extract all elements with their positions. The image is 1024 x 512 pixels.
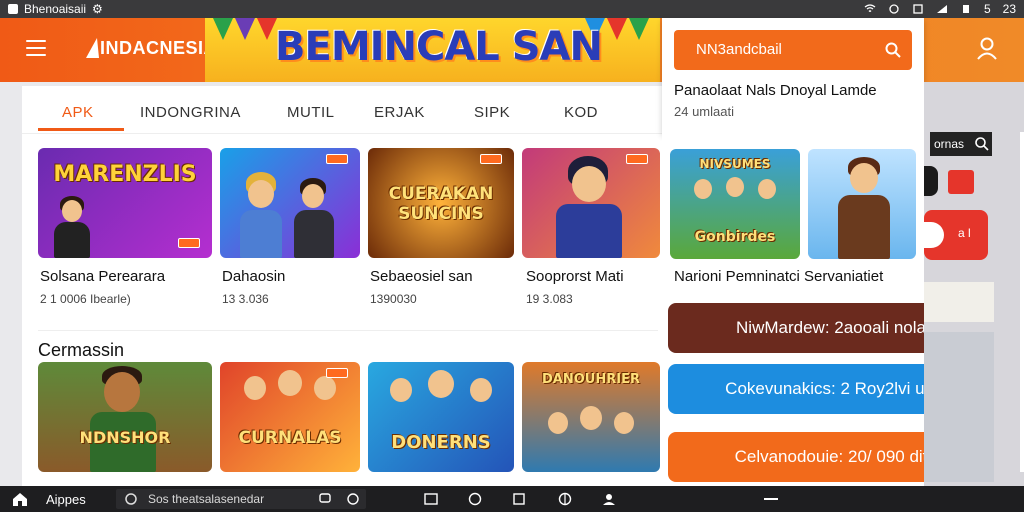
taskbar-circle-icon[interactable] bbox=[468, 492, 482, 506]
taskbar-apps-label[interactable]: Aippes bbox=[46, 492, 86, 507]
banner-title: BEMINCAL SAN bbox=[275, 24, 603, 70]
battery-icon bbox=[962, 5, 969, 13]
search-icon[interactable] bbox=[974, 136, 990, 152]
background-app-icon bbox=[948, 170, 974, 194]
scrollbar[interactable] bbox=[1020, 132, 1024, 472]
search-icon bbox=[125, 493, 137, 505]
app-meta: 2 1 0006 Ibearle) bbox=[40, 292, 131, 306]
app-tile[interactable]: MARENZLIS bbox=[38, 148, 212, 258]
app-tile-title: CURNALAS bbox=[238, 428, 342, 448]
app-tile[interactable]: DANOUHRIER bbox=[522, 362, 660, 472]
search-icon[interactable] bbox=[884, 41, 902, 59]
app-name[interactable]: Sebaeosiel san bbox=[370, 268, 473, 285]
section-divider bbox=[38, 330, 658, 331]
app-tile[interactable]: NDNSHOR bbox=[38, 362, 212, 472]
signal-icon bbox=[936, 5, 947, 13]
taskbar-globe-icon[interactable] bbox=[558, 492, 572, 506]
app-tile-bottom-title: Gonbirdes bbox=[694, 229, 776, 245]
tabs-divider bbox=[22, 133, 662, 134]
settings-icon: ⚙ bbox=[92, 2, 103, 16]
app-name[interactable]: Solsana Perearara bbox=[40, 268, 165, 285]
app-name[interactable]: Sooprorst Mati bbox=[526, 268, 624, 285]
search-input[interactable]: NN3andcbail bbox=[674, 30, 912, 70]
app-meta: 19 3.083 bbox=[526, 292, 573, 306]
screenshot-icon bbox=[913, 4, 923, 14]
tab-erjak[interactable]: ERJAK bbox=[374, 104, 425, 121]
app-tile-title: DANOUHRIER bbox=[542, 372, 640, 387]
search-input-value: NN3andcbail bbox=[696, 41, 782, 58]
background-badge-text: a l bbox=[958, 226, 971, 240]
background-window: ornas a l bbox=[924, 82, 1024, 486]
taskbar-window-icon[interactable] bbox=[424, 492, 438, 506]
promo-banner[interactable]: BEMINCAL SAN bbox=[205, 18, 660, 82]
status-bar-time-1: 5 bbox=[983, 2, 991, 16]
background-search-field[interactable]: ornas bbox=[930, 132, 992, 156]
app-tile-title: NIVSUMES bbox=[699, 157, 771, 171]
tab-indongrina[interactable]: INDONGRINA bbox=[140, 104, 241, 121]
tab-apk[interactable]: APK bbox=[62, 104, 94, 121]
app-tile[interactable]: DONERNS bbox=[368, 362, 514, 472]
taskbar-chat-icon[interactable] bbox=[318, 492, 332, 506]
section-title: Cermassin bbox=[38, 340, 125, 360]
search-dropdown: NN3andcbail Panaolaat Nals Dnoyal Lamde … bbox=[662, 18, 924, 134]
app-tile[interactable] bbox=[522, 148, 660, 258]
status-bar: Bhenoaisaii ⚙ 5 23 bbox=[0, 0, 1024, 18]
background-red-card: a l bbox=[924, 210, 988, 260]
app-tile-title: CUERAKAN SUNCINS bbox=[388, 184, 494, 224]
brand-name: INDACNESIA bbox=[100, 38, 218, 58]
tab-sipk[interactable]: SIPK bbox=[474, 104, 510, 121]
taskbar-user-icon[interactable] bbox=[602, 492, 616, 506]
app-tile-title: NDNSHOR bbox=[79, 428, 171, 447]
alarm-icon bbox=[889, 4, 899, 14]
main-content: APK INDONGRINA MUTIL ERJAK SIPK KOD MARE… bbox=[22, 86, 662, 486]
home-icon[interactable] bbox=[12, 491, 28, 507]
app-meta: 13 3.036 bbox=[222, 292, 269, 306]
app-tile-title: DONERNS bbox=[391, 432, 491, 453]
category-tabs: APK INDONGRINA MUTIL ERJAK SIPK KOD bbox=[22, 86, 662, 134]
taskbar: Aippes Sos theatsalasenedar bbox=[0, 486, 1024, 512]
status-bar-title: Bhenoaisaii bbox=[24, 2, 87, 16]
app-tile[interactable] bbox=[220, 148, 360, 258]
taskbar-search-placeholder: Sos theatsalasenedar bbox=[148, 492, 265, 506]
taskbar-app-icon[interactable] bbox=[346, 492, 360, 506]
wifi-icon bbox=[864, 4, 876, 12]
app-meta: 1390030 bbox=[370, 292, 417, 306]
app-tile[interactable]: CUERAKAN SUNCINS bbox=[368, 148, 514, 258]
user-account-icon[interactable] bbox=[976, 36, 998, 60]
taskbar-square-icon[interactable] bbox=[512, 492, 526, 506]
taskbar-minimize-icon[interactable] bbox=[764, 498, 778, 500]
app-tile[interactable]: NIVSUMES Gonbirdes bbox=[670, 149, 800, 259]
app-tile-title: MARENZLIS bbox=[53, 162, 197, 187]
app-name[interactable]: Dahaosin bbox=[222, 268, 285, 285]
app-tile[interactable] bbox=[808, 149, 916, 259]
background-search-label: ornas bbox=[934, 137, 965, 151]
hamburger-menu-button[interactable] bbox=[26, 40, 46, 56]
app-name[interactable]: Narioni Pemninatci Servaniatiet bbox=[674, 268, 883, 285]
tab-mutil[interactable]: MUTIL bbox=[287, 104, 335, 121]
suggestion-title[interactable]: Panaolaat Nals Dnoyal Lamde bbox=[674, 82, 877, 99]
suggestion-subtitle: 24 umlaati bbox=[674, 104, 734, 119]
tab-kod[interactable]: KOD bbox=[564, 104, 598, 121]
active-tab-indicator bbox=[38, 128, 124, 131]
app-notification-icon bbox=[8, 4, 18, 14]
status-bar-time-2: 23 bbox=[1002, 2, 1016, 16]
app-tile[interactable]: CURNALAS bbox=[220, 362, 360, 472]
